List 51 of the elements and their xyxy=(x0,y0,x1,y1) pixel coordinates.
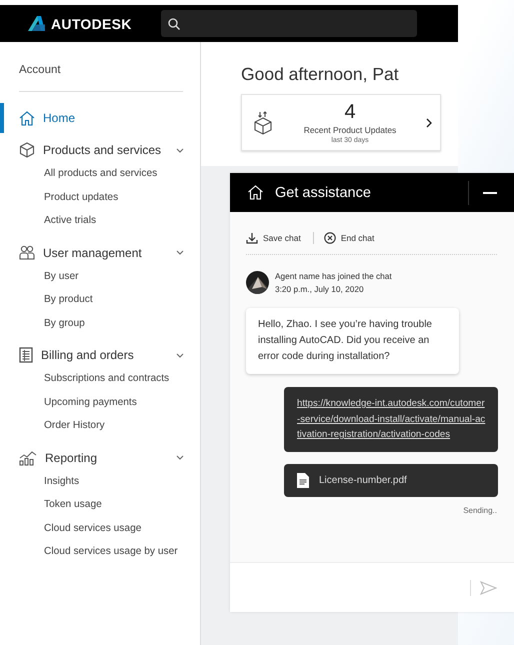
agent-message: Hello, Zhao. I see you’re having trouble installing AutoCAD. Did you receive an error code during installation? xyxy=(246,308,459,374)
ledger-icon xyxy=(19,347,33,363)
sidebar-item[interactable]: Products and services xyxy=(43,143,176,157)
message-link[interactable]: https://knowledge-int.autodesk.com/cutomer-service/download-install/activate/manual-activation-registration/activation-codes xyxy=(297,396,486,442)
sidebar-item[interactable]: User management xyxy=(43,246,176,260)
search-icon xyxy=(168,18,180,30)
message-time: 3:20 p.m., July 10, 2020 xyxy=(275,284,365,294)
sidebar-subitem[interactable]: Order History xyxy=(44,414,200,438)
sidebar-item[interactable]: Reporting xyxy=(45,450,176,464)
chat-action[interactable]: End chat xyxy=(324,232,374,244)
sidebar-subitem[interactable]: By group xyxy=(44,312,200,335)
sidebar-subitem[interactable]: Cloud services usage xyxy=(44,516,200,540)
sidebar-subitem[interactable]: Insights xyxy=(44,470,200,493)
sidebar-subitem[interactable]: All products and services xyxy=(44,162,200,186)
file-message[interactable]: License-number.pdf xyxy=(284,464,498,496)
card-label: Recent Product Updates xyxy=(304,125,396,135)
chat-title: Get assistance xyxy=(275,184,372,200)
system-message: Agent name has joined the chat xyxy=(275,271,392,281)
sidebar-subitem[interactable]: Upcoming payments xyxy=(44,390,200,414)
greeting: Good afternoon, Pat xyxy=(241,64,400,85)
close-circle-icon xyxy=(324,232,336,244)
bar-chart-icon xyxy=(19,450,37,466)
sidebar-item[interactable]: Home xyxy=(43,111,184,125)
chat-action[interactable]: Save chat xyxy=(246,232,301,244)
chevron-icon[interactable] xyxy=(176,352,184,358)
sidebar-subitem[interactable]: Cloud services usage by user xyxy=(44,540,200,564)
sidebar-subitem[interactable]: Token usage xyxy=(44,493,200,516)
sidebar-subitem[interactable]: Active trials xyxy=(44,209,200,232)
brand-name: AUTODESK xyxy=(51,16,132,32)
chevron-icon[interactable] xyxy=(176,455,184,460)
sidebar-subitem[interactable]: By product xyxy=(44,288,200,312)
chevron-icon[interactable] xyxy=(176,148,184,152)
sidebar-subitem[interactable]: Subscriptions and contracts xyxy=(44,367,200,390)
sidebar-subitem[interactable]: Product updates xyxy=(44,186,200,209)
home-icon xyxy=(247,185,264,200)
chevron-right-icon xyxy=(426,118,432,128)
document-icon xyxy=(297,472,309,488)
sidebar-subitem[interactable]: By user xyxy=(44,264,200,288)
update-count: 4 xyxy=(344,101,356,123)
sidebar-title: Account xyxy=(19,64,62,76)
download-icon xyxy=(246,232,258,244)
minimize-icon[interactable] xyxy=(483,192,497,194)
home-icon xyxy=(19,110,35,126)
sidebar-item[interactable]: Billing and orders xyxy=(41,348,176,362)
cube-icon xyxy=(19,142,35,158)
chevron-icon[interactable] xyxy=(176,250,184,255)
search-field[interactable] xyxy=(161,10,417,37)
users-icon xyxy=(19,245,35,260)
logo-icon xyxy=(28,16,45,31)
sending-status: Sending.. xyxy=(463,506,497,514)
cube-refresh-icon xyxy=(252,110,274,134)
